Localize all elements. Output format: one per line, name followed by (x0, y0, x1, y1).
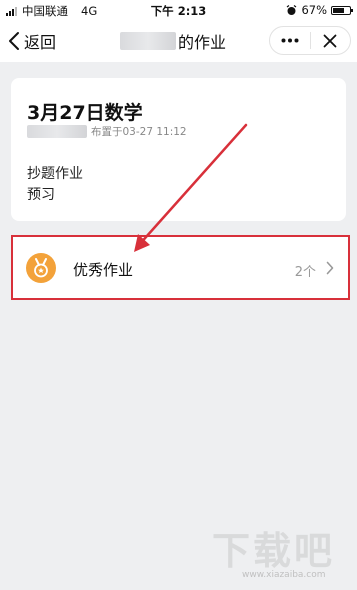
close-button[interactable] (311, 27, 351, 54)
battery-percent: 67% (301, 3, 327, 17)
close-icon (323, 34, 337, 47)
homework-title: 3月27日数学 (27, 102, 143, 124)
battery-icon (331, 5, 353, 15)
homework-card[interactable]: 3月27日数学 布置于03-27 11:12 抄题作业 预习 (11, 78, 346, 221)
homework-item: 预习 (27, 187, 55, 203)
watermark-logo: 下载吧 (212, 529, 336, 573)
medal-icon (26, 253, 56, 283)
chevron-left-icon (9, 32, 19, 50)
back-label: 返回 (24, 33, 57, 52)
status-bar: 中国联通 4G 下午 2:13 67% (0, 0, 357, 20)
page-title-text: 的作业 (178, 33, 227, 52)
back-button[interactable]: 返回 (8, 29, 56, 53)
chevron-right-icon (326, 261, 334, 275)
battery-fill (333, 7, 344, 13)
watermark: 下载吧 www.xiazaiba.com (212, 520, 352, 582)
blurred-teacher (27, 125, 87, 138)
watermark-url: www.xiazaiba.com (242, 570, 326, 580)
homework-meta: 布置于03-27 11:12 (27, 124, 187, 139)
more-dots-icon (281, 38, 299, 43)
alarm-icon (287, 4, 297, 15)
homework-items: 抄题作业 预习 (27, 164, 83, 206)
blurred-name (120, 32, 176, 50)
excellent-homework-count: 2个 (294, 265, 316, 280)
excellent-homework-row[interactable]: 优秀作业 2个 (11, 235, 350, 300)
nav-bar: 返回 的作业 (0, 20, 357, 62)
more-button[interactable] (270, 27, 310, 54)
assigned-time: 布置于03-27 11:12 (91, 126, 187, 138)
excellent-homework-label: 优秀作业 (73, 261, 134, 279)
status-right: 67% (286, 3, 353, 17)
mini-program-capsule (269, 26, 351, 55)
page-title: 的作业 (120, 29, 226, 53)
homework-item: 抄题作业 (27, 166, 83, 182)
